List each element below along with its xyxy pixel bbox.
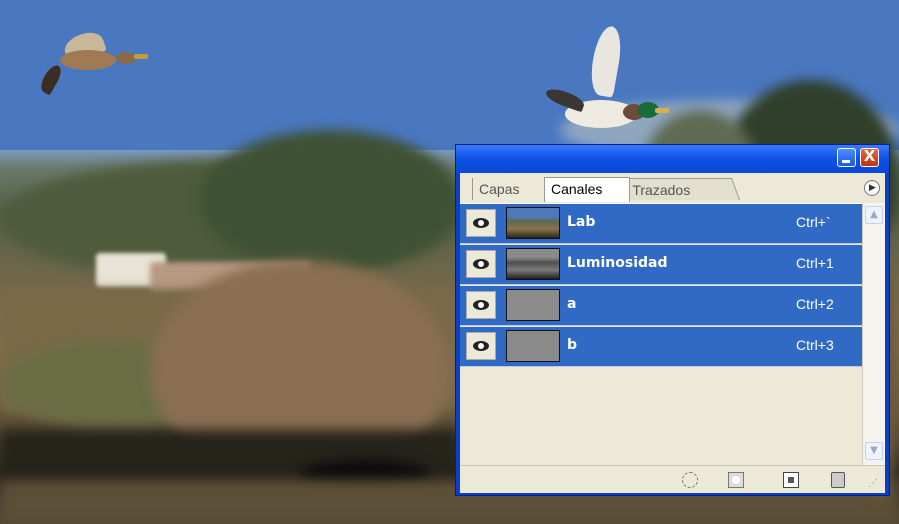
minimize-icon [842,160,850,163]
resize-grip-icon[interactable]: ⋰ [868,478,882,492]
close-button[interactable]: X [860,147,879,167]
channel-name: Luminosidad [567,255,668,271]
channel-row-lab[interactable]: Lab Ctrl+` [460,204,862,244]
eye-icon [473,300,489,310]
panel-footer: ⋰ [460,465,885,493]
close-icon: X [863,147,876,165]
visibility-toggle[interactable] [466,209,496,237]
minimize-button[interactable] [837,148,856,167]
eye-icon [473,218,489,228]
channel-row-b[interactable]: b Ctrl+3 [460,327,862,367]
channel-name: a [567,296,577,312]
tab-canales[interactable]: Canales [544,177,630,202]
channel-row-a[interactable]: a Ctrl+2 [460,286,862,326]
visibility-toggle[interactable] [466,291,496,319]
duck-right [543,24,675,136]
eye-icon [473,341,489,351]
channel-shortcut: Ctrl+1 [796,255,834,271]
channel-name: b [567,337,578,353]
grayscale-photo-thumbnail [506,248,560,280]
channel-shortcut: Ctrl+2 [796,296,834,312]
channel-shortcut: Ctrl+` [796,214,831,230]
gray-thumbnail [506,289,560,321]
scroll-down-button[interactable]: ▼ [865,442,883,460]
gray-thumbnail [506,330,560,362]
panel-body: Capas Trazados Canales ▶ Lab Ctrl+` Lumi… [460,173,885,493]
tab-capas[interactable]: Capas [472,178,534,200]
channel-list: Lab Ctrl+` Luminosidad Ctrl+1 a Ctrl+2 b… [460,203,862,466]
vertical-scrollbar[interactable]: ▲ ▼ [862,203,885,465]
duck-left [37,27,150,100]
delete-channel-icon[interactable] [831,472,845,488]
new-channel-icon[interactable] [783,472,799,488]
color-photo-thumbnail [506,207,560,239]
tab-trazados-label: Trazados [632,182,691,198]
visibility-toggle[interactable] [466,250,496,278]
visibility-toggle[interactable] [466,332,496,360]
channel-row-luminosidad[interactable]: Luminosidad Ctrl+1 [460,245,862,285]
panel-tabs: Capas Trazados Canales ▶ [460,173,885,203]
eye-icon [473,259,489,269]
channel-shortcut: Ctrl+3 [796,337,834,353]
menu-arrow-icon: ▶ [869,183,876,193]
tab-trazados[interactable]: Trazados [621,178,740,200]
panel-titlebar[interactable]: X [456,145,889,173]
channels-panel-window: X Capas Trazados Canales ▶ Lab Ctrl+` Lu… [455,144,890,496]
load-selection-icon[interactable] [682,472,698,488]
channel-name: Lab [567,214,596,230]
scroll-up-button[interactable]: ▲ [865,206,883,224]
save-selection-icon[interactable] [728,472,744,488]
panel-menu-button[interactable]: ▶ [864,180,880,196]
